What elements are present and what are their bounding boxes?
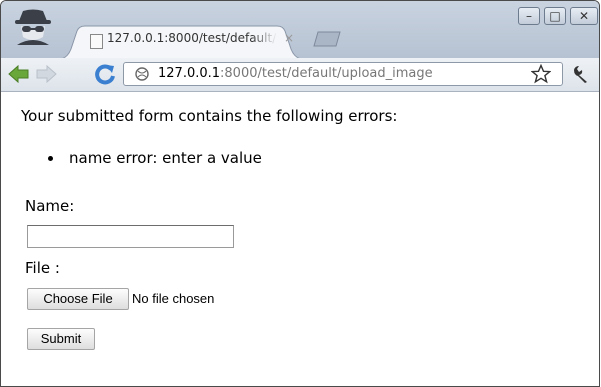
list-bullet	[48, 156, 53, 161]
page-icon	[90, 34, 103, 49]
new-tab-button[interactable]	[312, 31, 342, 47]
file-label: File :	[25, 259, 60, 277]
wrench-icon[interactable]	[571, 64, 591, 84]
minimize-button[interactable]: –	[518, 7, 540, 25]
error-item: name error: enter a value	[69, 149, 262, 167]
file-status-text: No file chosen	[132, 291, 215, 306]
url-host: 127.0.0.1	[158, 66, 221, 81]
star-icon[interactable]	[531, 64, 551, 84]
close-button[interactable]: ✕	[570, 7, 598, 25]
globe-icon	[135, 67, 149, 81]
name-label: Name:	[25, 197, 75, 215]
maximize-button[interactable]: □	[544, 7, 566, 25]
tab-close-icon[interactable]: ×	[284, 31, 294, 45]
url-text[interactable]: 127.0.0.1:8000/test/default/upload_image	[158, 66, 433, 81]
tab-title: 127.0.0.1:8000/test/default/upload_image	[107, 31, 277, 45]
incognito-icon	[15, 9, 51, 45]
name-field[interactable]	[27, 225, 234, 248]
error-heading: Your submitted form contains the followi…	[21, 107, 398, 125]
url-path: :8000/test/default/upload_image	[220, 66, 433, 81]
submit-button[interactable]: Submit	[27, 328, 95, 350]
reload-icon[interactable]	[93, 63, 117, 85]
browser-window: 127.0.0.1:8000/test/default/upload_image…	[0, 0, 600, 387]
choose-file-button[interactable]: Choose File	[27, 288, 129, 310]
back-arrow-icon[interactable]	[7, 63, 31, 85]
forward-arrow-icon[interactable]	[34, 63, 58, 85]
